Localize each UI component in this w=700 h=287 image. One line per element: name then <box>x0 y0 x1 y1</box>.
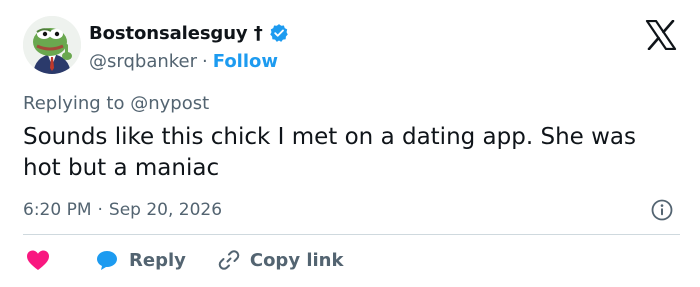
copy-link-label: Copy link <box>249 249 344 271</box>
replying-to-prefix: Replying to <box>23 93 131 114</box>
author-handle[interactable]: @srqbanker <box>89 51 197 72</box>
copy-link-button[interactable]: Copy link <box>218 249 344 271</box>
tweet-time: 6:20 PM <box>23 200 92 220</box>
info-icon[interactable] <box>651 199 673 221</box>
replying-to: Replying to @nypost <box>23 93 209 114</box>
link-icon <box>218 250 240 270</box>
divider <box>23 234 680 235</box>
author-block: Bostonsalesguy † @srqbanker · Follow <box>89 21 289 74</box>
avatar[interactable] <box>23 16 81 74</box>
replying-to-mention[interactable]: @nypost <box>130 93 209 114</box>
author-display-name[interactable]: Bostonsalesguy † <box>89 23 263 44</box>
like-button[interactable] <box>25 248 51 272</box>
timestamp-separator: · <box>97 200 103 220</box>
tweet-text: Sounds like this chick I met on a dating… <box>23 124 637 181</box>
verified-badge-icon <box>269 24 288 42</box>
x-logo-icon[interactable] <box>645 20 677 50</box>
handle-separator: · <box>202 50 208 72</box>
reply-label: Reply <box>129 249 186 271</box>
tweet-date: Sep 20, 2026 <box>108 200 223 220</box>
heart-icon <box>27 250 49 270</box>
reply-bubble-icon <box>97 251 117 270</box>
follow-button[interactable]: Follow <box>213 51 278 72</box>
pepe-avatar-image <box>23 16 81 74</box>
author-name-row: Bostonsalesguy † <box>89 21 289 45</box>
reply-button[interactable]: Reply <box>95 249 186 271</box>
tweet-timestamp[interactable]: 6:20 PM · Sep 20, 2026 <box>23 198 222 222</box>
author-handle-row: @srqbanker · Follow <box>89 48 289 74</box>
action-bar: Reply Copy link <box>23 246 343 274</box>
